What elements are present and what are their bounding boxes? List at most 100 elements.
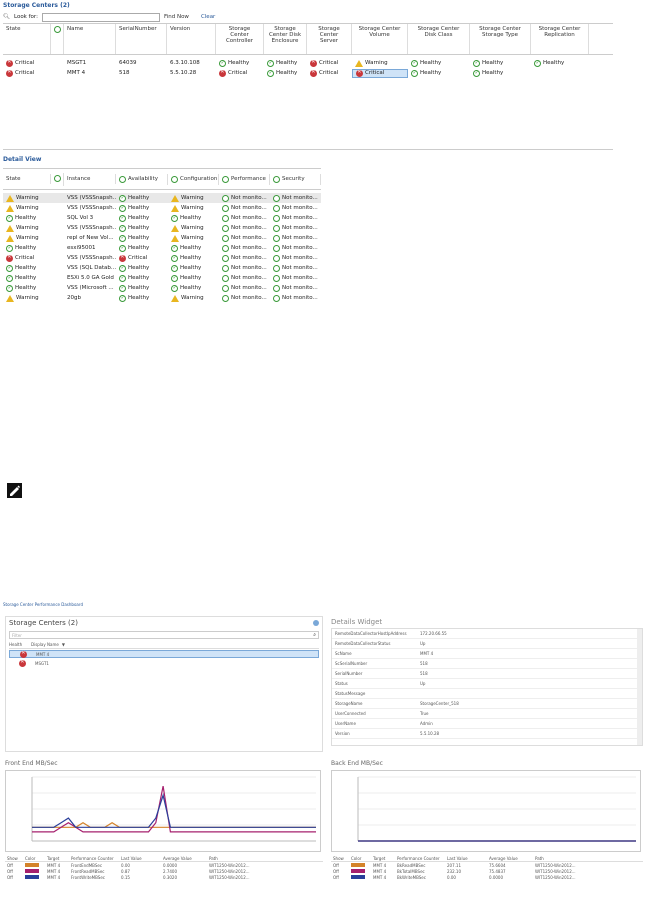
table-row[interactable]: Healthy VSS (SQL Datab... Healthy Healthy No… xyxy=(3,263,321,273)
search-input[interactable] xyxy=(41,12,160,22)
table-row[interactable]: Healthy ESXi 5.0 GA Gold Healthy Healthy Not… xyxy=(3,273,321,283)
healthy-icon xyxy=(119,284,126,292)
table-row[interactable]: Healthy esxi95001 Healthy Healthy Not monito… xyxy=(3,243,321,253)
detail-key: UserConnected xyxy=(335,711,366,716)
legend-target: MMT 4 xyxy=(47,862,61,868)
clear-button[interactable]: Clear xyxy=(201,14,215,20)
col-state[interactable]: State xyxy=(3,174,51,184)
col-volume[interactable]: Storage Center Volume xyxy=(352,24,408,54)
table-row[interactable]: Critical VSS (VSSSnapsh... Critical Healthy… xyxy=(3,253,321,263)
cell-security: Not monito... xyxy=(270,234,321,242)
list-item[interactable]: MMT 4 xyxy=(9,650,319,658)
note-pencil-icon xyxy=(7,483,22,498)
list-item[interactable]: MSGT1 xyxy=(9,659,319,667)
legend-show: Off xyxy=(7,862,13,868)
detail-key: StatusMessage xyxy=(335,691,366,696)
healthy-icon xyxy=(6,264,13,272)
col-security[interactable]: Security xyxy=(270,173,321,185)
col-controller[interactable]: Storage Center Controller xyxy=(216,24,264,54)
cell-instance: repl of New Vol... xyxy=(64,235,116,241)
col-configuration[interactable]: Configuration xyxy=(168,173,219,185)
cell-performance: Not monito... xyxy=(219,294,270,302)
col-health[interactable]: Health xyxy=(9,642,31,647)
col-enclosure[interactable]: Storage Center Disk Enclosure xyxy=(264,24,307,54)
table-row[interactable]: Warning VSS (VSSSnapsh... Healthy Warning No… xyxy=(3,193,321,203)
cell-instance: VSS (VSSSnapsh... xyxy=(64,205,116,211)
col-version[interactable]: Version xyxy=(167,24,216,54)
availability-text: Healthy xyxy=(128,205,150,211)
legend-color-swatch xyxy=(23,869,45,873)
table-row[interactable]: Warning VSS (VSSSnapsh... Healthy Warning No… xyxy=(3,223,321,233)
warning-icon xyxy=(171,204,179,212)
detail-row: UserName Admin xyxy=(332,719,642,729)
availability-text: Healthy xyxy=(128,275,150,281)
col-storagetype[interactable]: Storage Center Storage Type xyxy=(470,24,531,54)
table-row[interactable]: Critical MSGT1 64039 6.3.10.108 Healthy Healt… xyxy=(3,58,613,68)
col-replication[interactable]: Storage Center Replication xyxy=(531,24,589,54)
scrollbar[interactable] xyxy=(637,629,642,745)
table-row[interactable]: Warning repl of New Vol... Healthy Warning N… xyxy=(3,233,321,243)
cell-availability: Healthy xyxy=(116,234,168,242)
healthy-icon xyxy=(171,214,178,222)
instance-text: ESXi 5.0 GA Gold xyxy=(67,275,114,281)
info-icon[interactable] xyxy=(313,620,319,626)
table-row[interactable]: Healthy SQL Vol 3 Healthy Healthy Not monito… xyxy=(3,213,321,223)
legend-col: Performance Counter xyxy=(71,856,114,861)
cell-volume: Warning xyxy=(352,59,408,67)
legend-row[interactable]: Off MMT 4 BkWriteMBSec 0.00 0.0000 WIT1250-Wi… xyxy=(331,874,643,880)
legend-avg: 0.0000 xyxy=(489,874,503,880)
state-text: Warning xyxy=(16,225,39,231)
table-row[interactable]: Warning 20gb Healthy Warning Not monito... No… xyxy=(3,293,321,303)
nm-icon xyxy=(273,244,280,252)
legend-path: WIT1250-Win2012... xyxy=(535,874,576,880)
enclosure-text: Healthy xyxy=(276,60,298,66)
col-name[interactable]: Name xyxy=(64,24,116,54)
legend-show: Off xyxy=(333,862,339,868)
table-row[interactable]: Critical MMT 4 518 5.5.10.28 Critical Healthy… xyxy=(3,68,613,78)
detail-row: StorageName StorageCenter_518 xyxy=(332,699,642,709)
find-now-button[interactable]: Find Now xyxy=(164,14,189,20)
warning-icon xyxy=(355,59,363,67)
cell-performance: Not monito... xyxy=(219,214,270,222)
cell-state: Healthy xyxy=(3,284,51,292)
search-bar: 🔍︎ Look for: Find Now Clear xyxy=(3,11,613,23)
col-diskclass[interactable]: Storage Center Disk Class xyxy=(408,24,470,54)
color-chip xyxy=(25,875,39,879)
detail-view-panel: Detail View State Instance Availability … xyxy=(3,156,613,320)
cell-name: MSGT1 xyxy=(64,60,116,66)
state-text: Critical xyxy=(15,70,35,76)
legend-row[interactable]: Off MMT 4 FrontWriteMBSec 0.15 0.3020 WIT1250… xyxy=(5,874,323,880)
back-end-widget: Back End MB/Sec Show Color Target Performan… xyxy=(331,760,643,896)
filter-input[interactable]: Filter ⌕ xyxy=(9,631,319,639)
legend-avg: 75.6604 xyxy=(489,862,506,868)
cell-configuration: Healthy xyxy=(168,244,219,252)
table-row[interactable]: Healthy VSS (Microsoft ... Healthy Healthy N… xyxy=(3,283,321,293)
legend-color-swatch xyxy=(349,863,371,867)
col-server[interactable]: Storage Center Server xyxy=(307,24,352,54)
col-instance[interactable]: Instance xyxy=(64,174,116,184)
col-state[interactable]: State xyxy=(3,24,51,54)
legend-target: MMT 4 xyxy=(373,868,387,874)
cell-name: MMT 4 xyxy=(64,70,116,76)
volume-text: Warning xyxy=(365,60,388,66)
table-row[interactable]: Warning VSS (VSSSnapsh... Healthy Warning No… xyxy=(3,203,321,213)
configuration-text: Healthy xyxy=(180,285,202,291)
col-performance[interactable]: Performance xyxy=(219,173,270,185)
detail-value: 518 xyxy=(420,661,428,666)
col-display-name[interactable]: Display Name xyxy=(31,642,59,647)
color-chip xyxy=(351,869,365,873)
warning-icon xyxy=(171,294,179,302)
nm-icon xyxy=(273,254,280,262)
col-maint[interactable] xyxy=(51,24,64,54)
configuration-text: Healthy xyxy=(180,255,202,261)
cell-instance: VSS (Microsoft ... xyxy=(64,285,116,291)
configuration-text: Healthy xyxy=(180,265,202,271)
maintenance-icon xyxy=(54,174,61,182)
performance-icon xyxy=(222,175,229,183)
col-serial[interactable]: SerialNumber xyxy=(116,24,167,54)
serial-text: 518 xyxy=(119,70,130,76)
col-availability[interactable]: Availability xyxy=(116,173,168,185)
cell-security: Not monito... xyxy=(270,274,321,282)
col-maint[interactable] xyxy=(51,172,64,186)
sc-item-name: MSGT1 xyxy=(35,660,49,666)
